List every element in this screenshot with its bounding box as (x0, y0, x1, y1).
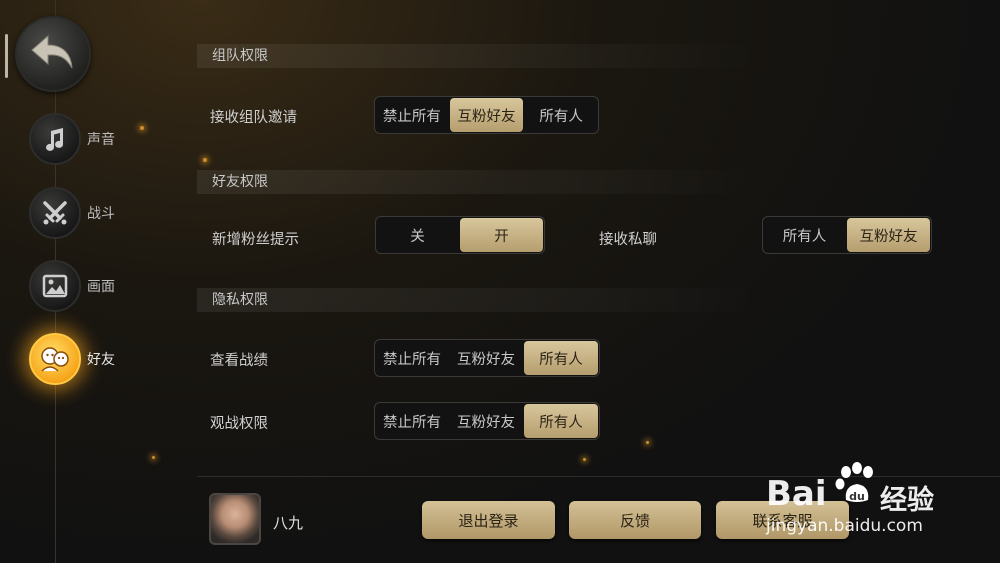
new-fan-toggle: 关 开 (375, 216, 545, 254)
spectate-selector: 禁止所有 互粉好友 所有人 (374, 402, 600, 440)
sidebar-item-label: 声音 (87, 132, 115, 148)
option-everyone[interactable]: 所有人 (524, 341, 598, 375)
sidebar-item-label: 画面 (87, 279, 115, 295)
avatar[interactable] (209, 493, 261, 545)
team-invite-selector: 禁止所有 互粉好友 所有人 (374, 96, 599, 134)
picture-icon (29, 260, 81, 312)
back-arrow-icon (28, 32, 78, 76)
option-off[interactable]: 关 (376, 217, 459, 253)
friends-icon (29, 333, 81, 385)
option-forbid-all[interactable]: 禁止所有 (375, 403, 449, 439)
sidebar-item-label: 好友 (87, 352, 115, 368)
section-header-privacy: 隐私权限 (197, 288, 757, 312)
watermark-brand-suffix: 经验 (880, 485, 934, 516)
contact-support-button[interactable]: 联系客服 (716, 501, 849, 539)
setting-label: 观战权限 (210, 416, 268, 432)
private-message-selector: 所有人 互粉好友 (762, 216, 932, 254)
svg-text:du: du (849, 490, 865, 503)
option-everyone[interactable]: 所有人 (524, 97, 598, 133)
setting-label: 接收组队邀请 (210, 110, 297, 126)
option-forbid-all[interactable]: 禁止所有 (375, 340, 449, 376)
sidebar-item-friends[interactable]: 好友 (29, 333, 115, 385)
option-everyone[interactable]: 所有人 (524, 404, 598, 438)
option-mutual-friends[interactable]: 互粉好友 (449, 403, 523, 439)
option-everyone[interactable]: 所有人 (763, 217, 846, 253)
sidebar-indicator (5, 34, 8, 78)
glow-particle (203, 158, 207, 162)
feedback-button[interactable]: 反馈 (569, 501, 701, 539)
footer-divider (197, 476, 1000, 477)
setting-label: 新增粉丝提示 (212, 232, 299, 248)
option-on[interactable]: 开 (460, 218, 543, 252)
setting-label: 接收私聊 (599, 232, 657, 248)
username: 八九 (273, 514, 304, 532)
view-record-selector: 禁止所有 互粉好友 所有人 (374, 339, 600, 377)
option-mutual-friends[interactable]: 互粉好友 (847, 218, 930, 252)
setting-label: 查看战绩 (210, 353, 268, 369)
option-mutual-friends[interactable]: 互粉好友 (449, 98, 524, 132)
glow-particle (140, 126, 144, 130)
glow-particle (583, 458, 586, 461)
sidebar-item-display[interactable]: 画面 (29, 260, 115, 312)
sidebar-item-label: 战斗 (87, 206, 115, 222)
option-forbid-all[interactable]: 禁止所有 (375, 97, 449, 133)
sidebar-item-sound[interactable]: 声音 (29, 113, 115, 165)
section-header-team: 组队权限 (197, 44, 757, 68)
sidebar-item-battle[interactable]: 战斗 (29, 187, 115, 239)
music-note-icon (29, 113, 81, 165)
back-button[interactable] (15, 16, 91, 92)
section-header-friends: 好友权限 (197, 170, 757, 194)
glow-particle (646, 441, 649, 444)
option-mutual-friends[interactable]: 互粉好友 (449, 340, 523, 376)
logout-button[interactable]: 退出登录 (422, 501, 555, 539)
glow-particle (152, 456, 155, 459)
crossed-swords-icon (29, 187, 81, 239)
